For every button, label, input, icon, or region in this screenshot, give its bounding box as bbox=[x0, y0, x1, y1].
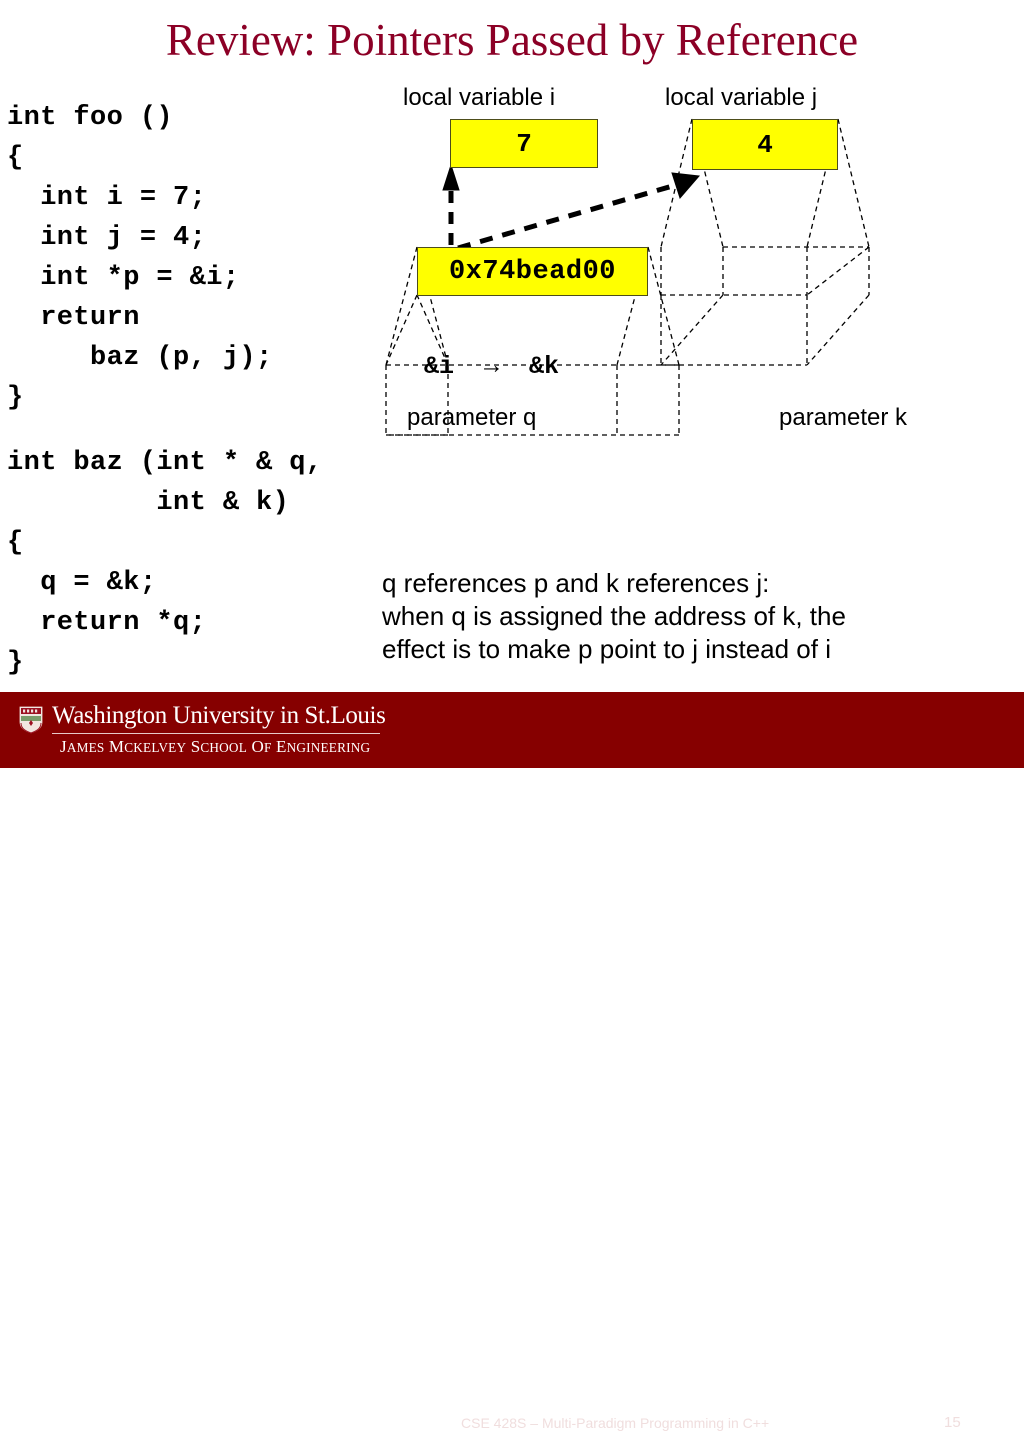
explanation-line-1: q references p and k references j: bbox=[382, 568, 770, 598]
wustl-school-name: JAMES MCKELVEY SCHOOL OF ENGINEERING bbox=[60, 737, 371, 756]
slide-footer: Washington University in St.Louis JAMES … bbox=[0, 692, 1024, 1431]
code-block-foo: int foo () { int i = 7; int j = 4; int *… bbox=[7, 103, 273, 413]
param-q-face-text: &i → &k bbox=[424, 352, 560, 381]
label-local-variable-j: local variable j bbox=[665, 84, 818, 111]
value-box-i: 7 bbox=[450, 119, 598, 168]
wustl-university-name: Washington University in St.Louis bbox=[52, 702, 386, 729]
wustl-logo: Washington University in St.Louis JAMES … bbox=[18, 700, 398, 762]
explanation-line-2: when q is assigned the address of k, the bbox=[382, 601, 846, 631]
label-local-variable-i: local variable i bbox=[403, 84, 556, 111]
value-box-pointer: 0x74bead00 bbox=[417, 247, 648, 296]
label-parameter-q: parameter q bbox=[407, 404, 537, 431]
arrow-p-to-i bbox=[442, 163, 460, 245]
footer-course-title: CSE 428S – Multi-Paradigm Programming in… bbox=[461, 1415, 770, 1431]
explanation-line-3: effect is to make p point to j instead o… bbox=[382, 634, 831, 664]
logo-divider bbox=[52, 733, 380, 734]
label-parameter-k: parameter k bbox=[779, 404, 908, 431]
shield-crest-icon bbox=[18, 705, 44, 735]
page-title: Review: Pointers Passed by Reference bbox=[165, 15, 859, 65]
code-block-baz: int baz (int * & q, int & k) { q = &k; r… bbox=[7, 448, 323, 678]
value-box-j: 4 bbox=[692, 119, 838, 170]
slide-canvas: Review: Pointers Passed by Reference int… bbox=[0, 0, 1024, 1431]
explanation-text: q references p and k references j: when … bbox=[382, 567, 1012, 666]
footer-page-number: 15 bbox=[944, 1414, 961, 1431]
